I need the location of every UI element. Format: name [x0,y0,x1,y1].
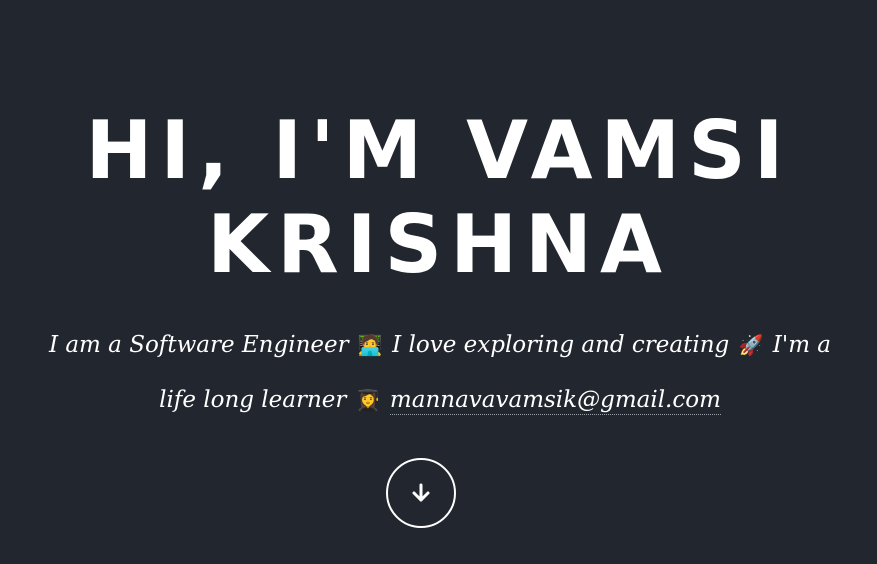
hero-title-line-2: KRISHNA [207,198,670,291]
intro-text-1: I am a Software Engineer [48,332,349,358]
student-emoji-icon: 👩‍🎓 [355,388,381,412]
hero-intro: I am a Software Engineer 🧑‍💻 I love expl… [40,318,840,428]
scroll-down-button[interactable] [386,458,456,528]
intro-text-2: I love exploring and creating [392,332,730,358]
hero-title-line-1: HI, I'M VAMSI [85,104,792,197]
technologist-emoji-icon: 🧑‍💻 [357,333,383,357]
rocket-emoji-icon: 🚀 [738,333,764,357]
email-link[interactable]: mannavavamsik@gmail.com [389,386,721,415]
hero-section: HI, I'M VAMSI KRISHNA I am a Software En… [0,0,877,564]
arrow-down-icon [412,483,430,502]
hero-title: HI, I'M VAMSI KRISHNA [0,104,877,292]
